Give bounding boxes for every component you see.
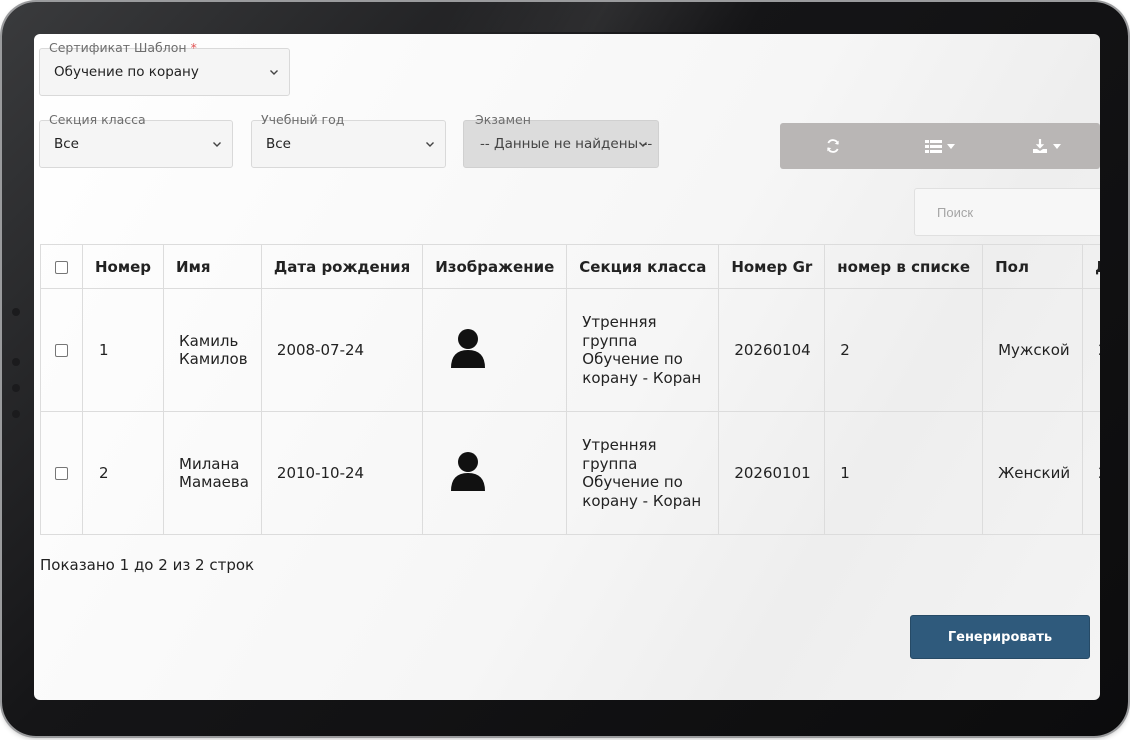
refresh-icon bbox=[827, 139, 840, 153]
column-header-roll-number[interactable]: номер в списке bbox=[824, 244, 984, 289]
user-avatar-icon bbox=[451, 328, 486, 368]
cell-gender: Женский bbox=[982, 411, 1084, 535]
cell-gender: Мужской bbox=[982, 288, 1084, 412]
chevron-down-icon bbox=[213, 142, 221, 147]
cell-roll-number: 2 bbox=[824, 288, 984, 412]
column-header-gr-number[interactable]: Номер Gr bbox=[718, 244, 826, 289]
cell-date: 2026-04- bbox=[1082, 411, 1100, 535]
row-checkbox[interactable] bbox=[55, 343, 68, 357]
cell-image bbox=[422, 288, 568, 412]
pagination-info: Показано 1 до 2 из 2 строк bbox=[40, 556, 255, 574]
cell-image bbox=[422, 411, 568, 535]
caret-down-icon bbox=[1053, 143, 1062, 149]
download-icon bbox=[1033, 138, 1048, 153]
cell-class-section: Утренняя группа Обучение по корану - Кор… bbox=[566, 288, 720, 412]
cell-name: Милана Мамаева bbox=[163, 411, 262, 535]
certificate-template-label: Сертификат Шаблон * bbox=[49, 40, 197, 55]
class-section-value: Все bbox=[54, 136, 79, 152]
cell-number: 2 bbox=[81, 411, 165, 535]
academic-year-label: Учебный год bbox=[261, 112, 345, 127]
certificate-template-select[interactable]: Обучение по корану bbox=[39, 48, 290, 96]
export-button[interactable] bbox=[993, 123, 1100, 169]
row-checkbox-cell bbox=[40, 411, 83, 535]
column-header-number[interactable]: Номер bbox=[81, 244, 165, 289]
chevron-down-icon bbox=[426, 142, 434, 147]
search-input[interactable] bbox=[914, 188, 1100, 236]
select-all-checkbox[interactable] bbox=[55, 260, 68, 274]
cell-gr-number: 20260101 bbox=[718, 411, 826, 535]
caret-down-icon bbox=[947, 143, 955, 149]
table-toolbar bbox=[780, 123, 1100, 169]
exam-select[interactable]: -- Данные не найдены -- bbox=[463, 120, 659, 168]
students-table: Номер Имя Дата рождения Изображение Секц… bbox=[40, 244, 1100, 535]
chevron-down-icon bbox=[639, 142, 647, 147]
side-sensor bbox=[12, 384, 20, 392]
app-screen: Обучение по корану Сертификат Шаблон * В… bbox=[34, 34, 1100, 700]
cell-roll-number: 1 bbox=[824, 411, 984, 535]
cell-dob: 2008-07-24 bbox=[260, 288, 424, 412]
cell-class-section: Утренняя группа Обучение по корану - Кор… bbox=[566, 411, 720, 535]
tablet-frame: Обучение по корану Сертификат Шаблон * В… bbox=[2, 2, 1128, 736]
cell-gr-number: 20260104 bbox=[718, 288, 826, 412]
select-all-cell bbox=[40, 244, 83, 289]
table-row: 1 Камиль Камилов 2008-07-24 Утренняя гру… bbox=[40, 288, 1100, 412]
column-header-class-section[interactable]: Секция класса bbox=[566, 244, 720, 289]
column-header-date[interactable]: Дата пос bbox=[1082, 244, 1100, 289]
column-header-image[interactable]: Изображение bbox=[422, 244, 568, 289]
column-header-name[interactable]: Имя bbox=[163, 244, 262, 289]
side-sensor bbox=[12, 358, 20, 366]
cell-name: Камиль Камилов bbox=[163, 288, 262, 412]
exam-value: -- Данные не найдены -- bbox=[480, 136, 653, 152]
cell-dob: 2010-10-24 bbox=[260, 411, 424, 535]
column-header-gender[interactable]: Пол bbox=[982, 244, 1084, 289]
table-header-row: Номер Имя Дата рождения Изображение Секц… bbox=[40, 244, 1100, 289]
certificate-template-value: Обучение по корану bbox=[54, 64, 199, 80]
user-avatar-icon bbox=[451, 451, 486, 491]
academic-year-select[interactable]: Все bbox=[251, 120, 446, 168]
academic-year-value: Все bbox=[266, 136, 291, 152]
list-columns-icon bbox=[925, 139, 942, 153]
required-mark: * bbox=[190, 40, 197, 55]
side-sensor bbox=[12, 410, 20, 418]
exam-label: Экзамен bbox=[475, 112, 531, 127]
column-header-dob[interactable]: Дата рождения bbox=[260, 244, 424, 289]
row-checkbox-cell bbox=[40, 288, 83, 412]
cell-date: 2026-04- bbox=[1082, 288, 1100, 412]
cell-number: 1 bbox=[81, 288, 165, 412]
generate-button[interactable]: Генерировать bbox=[910, 615, 1090, 659]
class-section-select[interactable]: Все bbox=[39, 120, 233, 168]
columns-toggle-button[interactable] bbox=[887, 123, 994, 169]
chevron-down-icon bbox=[270, 70, 278, 75]
side-sensor bbox=[12, 308, 20, 316]
table-row: 2 Милана Мамаева 2010-10-24 Утренняя гру… bbox=[40, 411, 1100, 535]
row-checkbox[interactable] bbox=[55, 466, 68, 480]
class-section-label: Секция класса bbox=[49, 112, 146, 127]
refresh-button[interactable] bbox=[780, 123, 887, 169]
